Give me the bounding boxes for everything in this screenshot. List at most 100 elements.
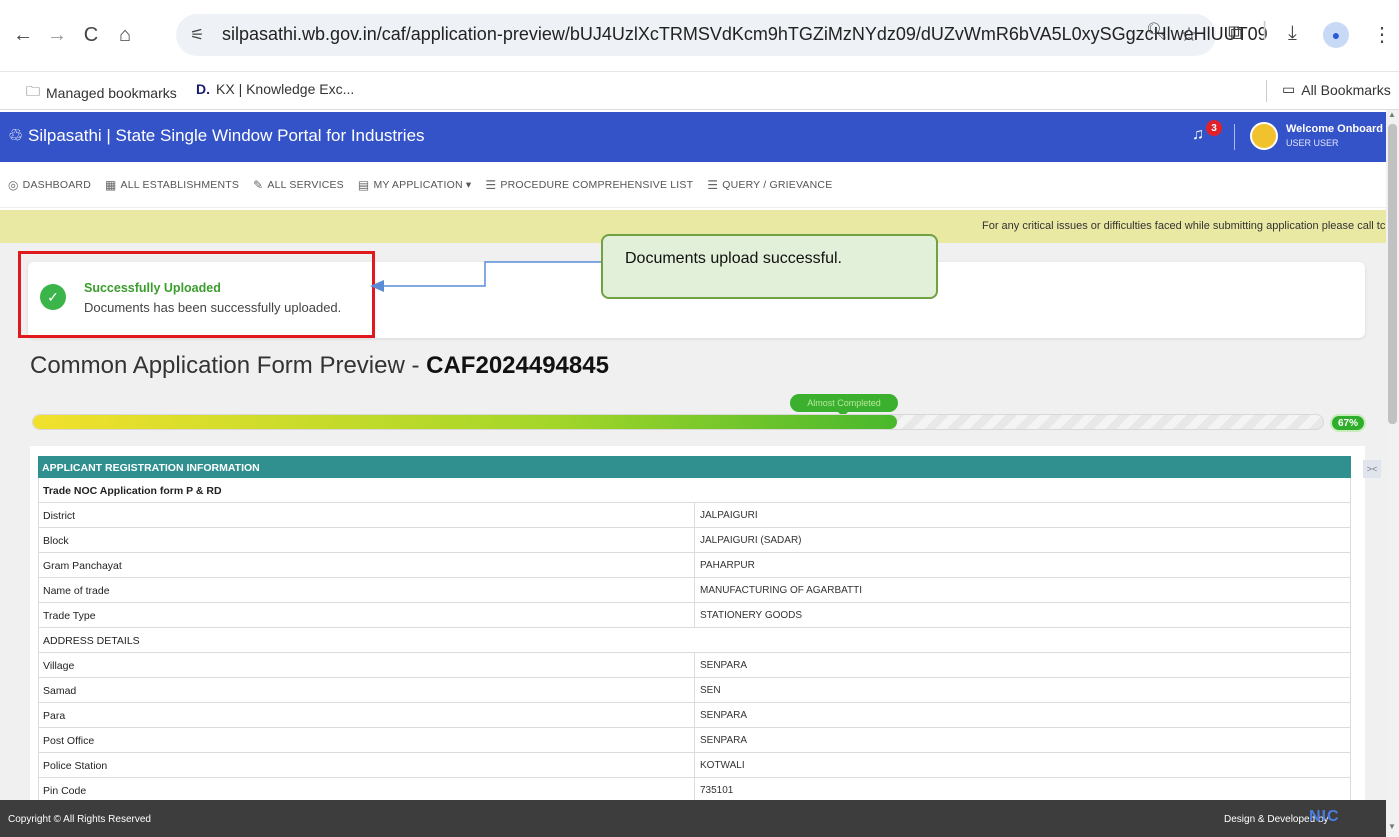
forward-icon[interactable]: → bbox=[44, 22, 70, 48]
column-divider bbox=[694, 778, 695, 800]
main-nav: ◎ DASHBOARD ▦ ALL ESTABLISHMENTS ✎ ALL S… bbox=[0, 162, 1386, 208]
page-scrollbar[interactable]: ▲ ▼ bbox=[1386, 110, 1399, 837]
home-icon[interactable]: ⌂ bbox=[112, 22, 138, 48]
scroll-down-icon[interactable]: ▼ bbox=[1388, 822, 1396, 831]
side-panel-toggle[interactable]: >< bbox=[1363, 460, 1381, 478]
app-title-text: Silpasathi | State Single Window Portal … bbox=[27, 126, 425, 145]
row-value: SEN bbox=[700, 685, 721, 696]
table-row: Post Office SENPARA bbox=[38, 728, 1351, 753]
app-title[interactable]: ♲ Silpasathi | State Single Window Porta… bbox=[8, 126, 425, 146]
site-settings-icon[interactable]: ⚟ bbox=[190, 25, 204, 44]
browser-toolbar: ← → C ⌂ ⚟ silpasathi.wb.gov.in/caf/appli… bbox=[0, 0, 1399, 72]
managed-bookmarks-label: Managed bookmarks bbox=[46, 85, 177, 101]
column-divider bbox=[694, 753, 695, 777]
dashboard-icon: ◎ bbox=[8, 177, 19, 192]
list-icon: ☰ bbox=[707, 177, 719, 192]
nav-dashboard-label: DASHBOARD bbox=[22, 178, 91, 191]
table-row: Trade Type STATIONERY GOODS bbox=[38, 603, 1351, 628]
row-value: SENPARA bbox=[700, 660, 748, 671]
profile-icon[interactable]: ● bbox=[1323, 22, 1349, 48]
caf-number: CAF2024494845 bbox=[426, 352, 609, 379]
notice-text: For any critical issues or difficulties … bbox=[982, 220, 1386, 232]
row-label: Trade Type bbox=[43, 610, 96, 622]
nav-dashboard[interactable]: ◎ DASHBOARD bbox=[8, 178, 91, 192]
page-title: Common Application Form Preview - CAF202… bbox=[30, 352, 609, 380]
row-label: District bbox=[43, 510, 76, 522]
copyright-text: Copyright © All Rights Reserved bbox=[8, 814, 151, 825]
row-value: JALPAIGURI (SADAR) bbox=[700, 535, 802, 546]
document-icon: ▤ bbox=[357, 177, 370, 192]
download-icon[interactable]: ⤓ bbox=[1288, 22, 1297, 45]
extensions-icon[interactable]: ⧉ bbox=[1228, 22, 1242, 45]
notification-badge[interactable]: 3 bbox=[1206, 120, 1222, 136]
address-bar[interactable]: ⚟ silpasathi.wb.gov.in/caf/application-p… bbox=[176, 14, 1268, 56]
zoom-icon[interactable]: 🔍︎ bbox=[1146, 22, 1168, 42]
table-row: Para SENPARA bbox=[38, 703, 1351, 728]
nav-query-grievance[interactable]: ☰ QUERY / GRIEVANCE bbox=[707, 178, 832, 192]
table-row: ADDRESS DETAILS bbox=[38, 628, 1351, 653]
user-name: USER USER bbox=[1286, 138, 1339, 148]
user-menu[interactable]: Welcome Onboard ▾ bbox=[1286, 122, 1392, 135]
row-label: ADDRESS DETAILS bbox=[43, 635, 140, 647]
table-row: Police Station KOTWALI bbox=[38, 753, 1351, 778]
app-header: ♲ Silpasathi | State Single Window Porta… bbox=[0, 112, 1392, 162]
row-label: Samad bbox=[43, 685, 77, 697]
column-divider bbox=[694, 578, 695, 602]
table-row: Block JALPAIGURI (SADAR) bbox=[38, 528, 1351, 553]
progress-fill bbox=[33, 415, 898, 429]
bookmark-divider bbox=[1266, 80, 1267, 102]
welcome-text: Welcome Onboard bbox=[1286, 123, 1383, 135]
column-divider bbox=[694, 678, 695, 702]
all-bookmarks[interactable]: ▭ All Bookmarks bbox=[1282, 81, 1391, 98]
scroll-up-icon[interactable]: ▲ bbox=[1388, 110, 1396, 119]
wrench-icon: ✎ bbox=[253, 177, 264, 192]
bookmarks-bar: 🗀 Managed bookmarks D. KX | Knowledge Ex… bbox=[0, 72, 1399, 110]
footer: Copyright © All Rights Reserved Design &… bbox=[0, 800, 1386, 837]
column-divider bbox=[694, 553, 695, 577]
managed-bookmarks[interactable]: 🗀 Managed bookmarks bbox=[26, 81, 177, 105]
logo-icon: ♲ bbox=[8, 126, 24, 145]
row-value: STATIONERY GOODS bbox=[700, 610, 803, 621]
application-table: APPLICANT REGISTRATION INFORMATION Trade… bbox=[30, 446, 1365, 800]
nav-procedure-list[interactable]: ☰ PROCEDURE COMPREHENSIVE LIST bbox=[485, 178, 693, 192]
list-icon: ☰ bbox=[485, 177, 497, 192]
browser-menu-icon[interactable]: ⋮ bbox=[1372, 22, 1392, 47]
bookmark-kx-label: KX | Knowledge Exc... bbox=[216, 81, 355, 97]
reload-icon[interactable]: C bbox=[78, 22, 104, 48]
row-label: Block bbox=[43, 535, 69, 547]
row-value: 735101 bbox=[700, 785, 734, 796]
bookmark-kx[interactable]: D. KX | Knowledge Exc... bbox=[196, 81, 354, 97]
nav-query-grievance-label: QUERY / GRIEVANCE bbox=[722, 178, 833, 191]
row-label: Police Station bbox=[43, 760, 108, 772]
row-value: PAHARPUR bbox=[700, 560, 755, 571]
all-bookmarks-label: All Bookmarks bbox=[1301, 81, 1391, 98]
table-row: Pin Code 735101 bbox=[38, 778, 1351, 800]
avatar[interactable] bbox=[1250, 122, 1278, 150]
callout-text: Documents upload successful. bbox=[625, 250, 842, 267]
scroll-thumb[interactable] bbox=[1388, 124, 1397, 424]
row-value: SENPARA bbox=[700, 710, 748, 721]
nav-my-application[interactable]: ▤ MY APPLICATION ▾ bbox=[358, 178, 472, 192]
building-icon: ▦ bbox=[104, 177, 117, 192]
back-icon[interactable]: ← bbox=[10, 22, 36, 48]
table-row: Gram Panchayat PAHARPUR bbox=[38, 553, 1351, 578]
progress-percent-badge: 67% bbox=[1330, 414, 1366, 432]
column-divider bbox=[694, 653, 695, 677]
nav-all-establishments[interactable]: ▦ ALL ESTABLISHMENTS bbox=[105, 178, 239, 192]
annotation-highlight-box bbox=[18, 251, 375, 338]
row-label: Name of trade bbox=[43, 585, 110, 597]
nav-my-application-label: MY APPLICATION ▾ bbox=[373, 178, 472, 191]
row-label: Village bbox=[43, 660, 75, 672]
nav-all-establishments-label: ALL ESTABLISHMENTS bbox=[120, 178, 240, 191]
row-value: MANUFACTURING OF AGARBATTI bbox=[700, 585, 863, 596]
bell-icon[interactable]: ♫ bbox=[1192, 126, 1204, 144]
folder-managed-icon: 🗀 bbox=[26, 83, 40, 99]
row-label: Post Office bbox=[43, 735, 95, 747]
header-divider bbox=[1234, 124, 1235, 150]
progress-bar bbox=[32, 414, 1324, 430]
nav-all-services[interactable]: ✎ ALL SERVICES bbox=[253, 178, 344, 192]
url-text[interactable]: silpasathi.wb.gov.in/caf/application-pre… bbox=[222, 24, 1268, 45]
table-row: Samad SEN bbox=[38, 678, 1351, 703]
table-row: Trade NOC Application form P & RD bbox=[38, 478, 1351, 503]
bookmark-star-icon[interactable]: ☆ bbox=[1180, 22, 1198, 47]
